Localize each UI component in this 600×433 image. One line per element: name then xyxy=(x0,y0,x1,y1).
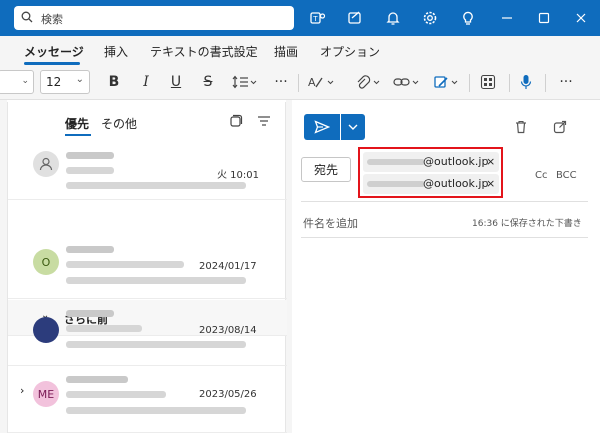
link-icon[interactable] xyxy=(392,72,422,92)
chevron-right-icon[interactable]: › xyxy=(20,384,24,397)
sender-redacted xyxy=(66,246,114,253)
toolbar-divider xyxy=(509,74,510,92)
notes-icon[interactable] xyxy=(346,9,364,27)
trash-icon[interactable] xyxy=(514,120,528,137)
avatar xyxy=(33,151,59,177)
search-box[interactable]: 検索 xyxy=(14,6,294,30)
avatar: ME xyxy=(33,381,59,407)
bell-icon[interactable] xyxy=(384,9,402,27)
filter-icon[interactable] xyxy=(257,114,271,131)
microphone-icon[interactable] xyxy=(516,72,536,92)
font-size-dropdown[interactable]: 12 ⌄ xyxy=(40,70,90,94)
avatar: O xyxy=(33,249,59,275)
recipient-name-redacted xyxy=(367,159,425,165)
inbox-tabs: 優先 その他 xyxy=(8,102,287,140)
list-item[interactable]: O 2024/01/17 xyxy=(8,237,287,299)
svg-text:T: T xyxy=(312,15,318,23)
toolbar-divider xyxy=(469,74,470,92)
recipient-chip[interactable]: @outlook.jp × xyxy=(363,152,499,172)
tab-other[interactable]: その他 xyxy=(101,115,137,132)
subject-redacted xyxy=(66,391,166,398)
teams-icon[interactable]: T xyxy=(309,9,327,27)
sender-redacted xyxy=(66,310,114,317)
styles-icon[interactable]: A xyxy=(306,72,338,92)
tab-message[interactable]: メッセージ xyxy=(24,43,84,60)
popout-icon[interactable] xyxy=(553,120,567,137)
lightbulb-icon[interactable] xyxy=(459,9,477,27)
list-item[interactable]: › ME 2023/05/26 xyxy=(8,366,287,433)
recipient-name-redacted xyxy=(367,181,425,187)
select-mode-icon[interactable] xyxy=(229,114,243,131)
toolbar-divider xyxy=(298,74,299,92)
tab-options[interactable]: オプション xyxy=(320,43,380,60)
date-label: 火 10:01 xyxy=(217,170,259,181)
compose-pane: 宛先 @outlook.jp × @outlook.jp × Cc BCC 件名… xyxy=(292,102,600,433)
apps-icon[interactable] xyxy=(478,72,498,92)
active-tab-indicator xyxy=(65,134,91,136)
recipient-chip[interactable]: @outlook.jp × xyxy=(363,174,499,194)
close-icon[interactable] xyxy=(572,9,590,27)
remove-recipient-icon[interactable]: × xyxy=(486,155,495,168)
preview-redacted xyxy=(66,341,246,348)
message-body[interactable] xyxy=(301,242,588,427)
window-gutter xyxy=(0,100,7,433)
tab-draw[interactable]: 描画 xyxy=(274,43,298,60)
mail-list-pane: 優先 その他 火 10:01 ⌄ さらに前 O 2024/01/17 2023/… xyxy=(7,102,287,433)
attach-icon[interactable] xyxy=(354,72,384,92)
date-label: 2023/05/26 xyxy=(199,389,257,400)
ribbon-tabs: メッセージ 挿入 テキストの書式設定 描画 オプション xyxy=(0,36,600,66)
font-name-dropdown[interactable]: ⌄ xyxy=(0,70,34,94)
list-item[interactable]: 火 10:01 xyxy=(8,140,287,200)
search-icon xyxy=(21,11,33,26)
tab-insert[interactable]: 挿入 xyxy=(104,43,128,60)
bold-icon[interactable]: B xyxy=(104,72,124,92)
divider xyxy=(301,237,588,238)
list-item[interactable]: 2023/08/14 xyxy=(8,300,287,366)
recipient-domain: @outlook.jp xyxy=(423,177,489,190)
more-options-icon[interactable]: ··· xyxy=(555,72,577,92)
preview-redacted xyxy=(66,182,246,189)
gear-icon[interactable] xyxy=(421,9,439,27)
italic-icon[interactable]: I xyxy=(136,72,156,92)
avatar xyxy=(33,317,59,343)
tab-focused[interactable]: 優先 xyxy=(65,115,89,132)
date-label: 2023/08/14 xyxy=(199,325,257,336)
font-size-value: 12 xyxy=(46,75,62,89)
search-placeholder: 検索 xyxy=(41,13,63,26)
preview-redacted xyxy=(66,407,246,414)
draft-saved-status: 16:36 に保存された下書き xyxy=(472,219,582,229)
line-spacing-icon[interactable] xyxy=(230,72,260,92)
bcc-button[interactable]: BCC xyxy=(556,170,577,181)
recipient-domain: @outlook.jp xyxy=(423,155,489,168)
title-bar: 検索 T xyxy=(0,0,600,36)
send-button[interactable] xyxy=(304,114,340,140)
svg-text:A: A xyxy=(308,76,316,89)
minimize-icon[interactable] xyxy=(498,9,516,27)
subject-redacted xyxy=(66,167,114,174)
formatting-toolbar: ⌄ 12 ⌄ B I U S ··· A ··· xyxy=(0,66,600,100)
date-label: 2024/01/17 xyxy=(199,261,257,272)
cc-button[interactable]: Cc xyxy=(535,170,547,181)
more-options-icon[interactable]: ··· xyxy=(270,72,292,92)
chevron-down-icon: ⌄ xyxy=(21,76,29,86)
sender-redacted xyxy=(66,152,114,159)
subject-redacted xyxy=(66,325,142,332)
sender-redacted xyxy=(66,376,128,383)
send-options-button[interactable] xyxy=(341,114,365,140)
divider xyxy=(301,201,588,202)
underline-icon[interactable]: U xyxy=(166,72,186,92)
strikethrough-icon[interactable]: S xyxy=(198,72,218,92)
active-tab-indicator xyxy=(24,62,80,65)
preview-redacted xyxy=(66,277,246,284)
chevron-down-icon: ⌄ xyxy=(75,74,84,85)
to-button[interactable]: 宛先 xyxy=(301,157,351,182)
subject-field[interactable]: 件名を追加 xyxy=(303,215,358,231)
toolbar-divider xyxy=(545,74,546,92)
tab-text-format[interactable]: テキストの書式設定 xyxy=(150,43,258,60)
maximize-icon[interactable] xyxy=(535,9,553,27)
subject-redacted xyxy=(66,261,184,268)
remove-recipient-icon[interactable]: × xyxy=(486,177,495,190)
signature-icon[interactable] xyxy=(432,72,462,92)
